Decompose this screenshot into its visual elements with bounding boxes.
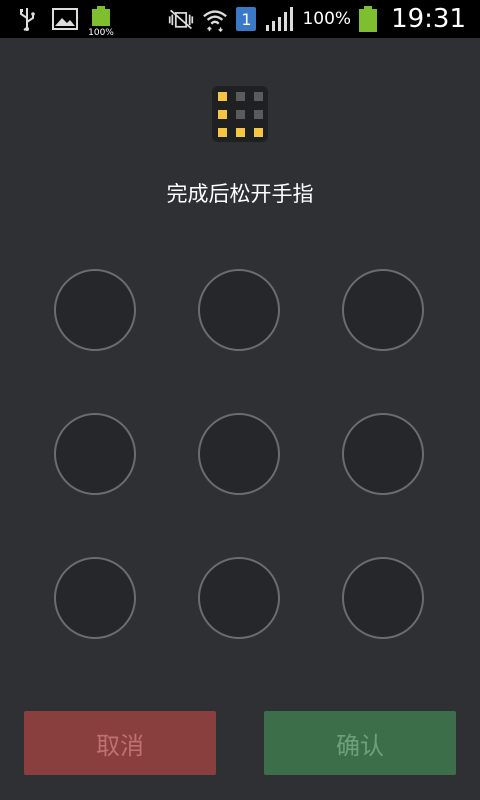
gallery-icon	[52, 6, 78, 32]
pattern-dot-1[interactable]	[54, 269, 136, 351]
cancel-button[interactable]: 取消	[24, 711, 216, 775]
pattern-dot-3[interactable]	[342, 269, 424, 351]
status-bar: 100% 1 100% 19:31	[0, 0, 480, 38]
battery-icon	[359, 6, 378, 32]
pattern-dot-4[interactable]	[54, 413, 136, 495]
clock: 19:31	[391, 4, 466, 34]
status-bar-right: 1 100% 19:31	[168, 4, 466, 34]
pattern-dot-7[interactable]	[54, 557, 136, 639]
wifi-icon	[202, 6, 228, 32]
sim-slot-icon: 1	[236, 7, 257, 31]
pattern-dot-8[interactable]	[198, 557, 280, 639]
pattern-dot-9[interactable]	[342, 557, 424, 639]
status-bar-left: 100%	[14, 6, 114, 38]
battery-charged-icon: 100%	[88, 6, 114, 38]
instruction-title: 完成后松开手指	[166, 182, 314, 206]
confirm-button[interactable]: 确认	[264, 711, 456, 775]
vibrate-mute-icon	[168, 6, 194, 32]
pattern-lock-icon	[212, 86, 268, 142]
pattern-dot-6[interactable]	[342, 413, 424, 495]
signal-icon	[264, 6, 294, 32]
battery-percent: 100%	[302, 9, 352, 29]
pattern-dot-5[interactable]	[198, 413, 280, 495]
usb-icon	[14, 6, 40, 32]
battery-small-label: 100%	[88, 28, 114, 38]
pattern-dot-2[interactable]	[198, 269, 280, 351]
